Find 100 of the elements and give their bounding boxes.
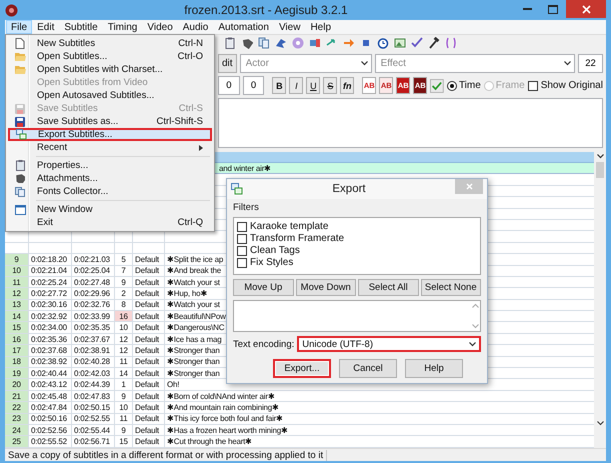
table-cell: 8 xyxy=(115,300,133,310)
menu-item[interactable]: Open Autosaved Subtitles... xyxy=(8,89,212,102)
table-cell: 11 xyxy=(115,414,133,424)
table-cell: Default xyxy=(133,356,165,368)
group-label: Filters xyxy=(233,202,260,213)
menu-item[interactable]: Help xyxy=(305,20,336,34)
checkbox[interactable] xyxy=(237,222,247,232)
menu-item[interactable]: Video xyxy=(142,20,178,34)
grid-row[interactable]: 21 0:02:45.48 0:02:47.83 9 Default ✱Born of cold\NAnd winter air✱ xyxy=(5,390,594,402)
menu-item[interactable]: Open Subtitles... Ctrl-O xyxy=(8,50,212,63)
table-cell: Default xyxy=(133,334,165,344)
table-cell-text: ✱Hup, ho✱ xyxy=(166,288,208,299)
dialog-button[interactable]: Export... xyxy=(273,359,331,378)
close-icon xyxy=(466,183,472,190)
chevron-down-icon xyxy=(469,342,476,346)
dialog-button[interactable]: Help xyxy=(405,359,463,378)
checkbox[interactable] xyxy=(237,246,247,256)
menu-item[interactable]: Automation xyxy=(213,20,274,34)
menu-item[interactable]: Open Subtitles with Charset... xyxy=(8,63,212,76)
encoding-select[interactable]: Unicode (UTF-8) xyxy=(297,336,481,352)
menu-item[interactable]: Recent xyxy=(8,141,212,154)
margin-field[interactable]: 0 xyxy=(218,76,240,95)
table-cell-text: and winter air✱ xyxy=(218,163,272,174)
menu-item[interactable]: New Window xyxy=(8,203,212,216)
table-cell: 0:02:21.04 xyxy=(29,266,72,276)
row-number: 21 xyxy=(5,390,29,402)
list-button[interactable]: Move Down xyxy=(296,279,356,296)
menu-item[interactable]: Audio xyxy=(178,20,214,34)
table-cell: 0:02:27.48 xyxy=(72,276,115,288)
film-icon[interactable] xyxy=(309,37,321,49)
table-cell: 0:02:47.84 xyxy=(29,402,72,413)
list-button[interactable]: Select All xyxy=(358,279,418,296)
format-button[interactable]: U xyxy=(306,77,320,94)
checkbox[interactable] xyxy=(528,80,538,90)
arrow-icon[interactable] xyxy=(343,37,355,49)
list-button[interactable]: Select None xyxy=(420,279,481,296)
list-button[interactable]: Move Up xyxy=(233,279,294,296)
table-cell: Default xyxy=(133,345,165,356)
table-cell-text: ✱Born of cold\NAnd winter air✱ xyxy=(166,390,276,402)
radio-button[interactable]: Time xyxy=(446,80,481,91)
table-cell: 0:02:38.91 xyxy=(72,345,115,356)
menu-item[interactable]: Export Subtitles... xyxy=(8,128,212,141)
table-cell: Default xyxy=(133,311,165,322)
table-cell: 0:02:40.44 xyxy=(29,368,72,378)
table-cell: 2 xyxy=(115,288,133,299)
checkbox-label: Clean Tags xyxy=(250,245,300,256)
menu-item[interactable]: Save Subtitles as... Ctrl-Shift-S xyxy=(8,115,212,128)
actor-combo[interactable]: Actor xyxy=(240,54,372,73)
scrollbar-thumb[interactable] xyxy=(596,162,604,178)
row-number: 11 xyxy=(5,276,29,288)
menu-item[interactable]: Subtitle xyxy=(59,20,103,34)
menu-item[interactable]: View xyxy=(274,20,306,34)
scroll-down-icon xyxy=(596,421,604,426)
table-cell-text: ✱Stronger than xyxy=(166,345,221,356)
hammer-icon[interactable] xyxy=(428,37,440,49)
table-cell: 0:02:43.12 xyxy=(29,379,72,390)
table-cell: 0:02:50.16 xyxy=(29,414,72,424)
row-number: 18 xyxy=(5,356,29,368)
margin-field[interactable]: 0 xyxy=(242,76,264,95)
table-cell: 0:02:21.03 xyxy=(72,254,115,265)
checkbox[interactable] xyxy=(237,234,247,244)
dialog-button[interactable]: Cancel xyxy=(339,359,397,378)
format-button[interactable]: S xyxy=(323,77,338,94)
clipboard-icon[interactable] xyxy=(224,37,236,49)
menu-item[interactable]: Edit xyxy=(32,20,60,34)
scrollbar[interactable] xyxy=(594,152,606,448)
checkbox[interactable] xyxy=(237,258,247,268)
format-button[interactable]: fn xyxy=(340,77,354,94)
pages-icon[interactable] xyxy=(258,37,270,49)
table-cell: 10 xyxy=(115,322,133,333)
table-cell: 0:02:45.48 xyxy=(29,390,72,402)
bracket-icon[interactable] xyxy=(445,37,457,49)
row-number: 24 xyxy=(5,424,29,436)
row-number: 14 xyxy=(5,311,29,322)
row-number: 17 xyxy=(5,345,29,356)
effect-input[interactable]: Effect xyxy=(378,57,564,70)
menu-item[interactable]: Fonts Collector... xyxy=(8,185,212,198)
menu-item[interactable]: Timing xyxy=(102,20,142,34)
table-cell: Default xyxy=(133,322,165,333)
effect-combo[interactable]: Effect xyxy=(374,54,575,73)
clock-icon[interactable] xyxy=(377,37,389,49)
grid-row[interactable]: 23 0:02:50.16 0:02:52.55 11 Default ✱This icy force both foul and fair✱ xyxy=(5,414,594,425)
menu-item[interactable]: File xyxy=(6,20,32,34)
encoding-label: Text encoding: xyxy=(233,338,294,350)
checkmark-icon[interactable] xyxy=(411,37,423,49)
actor-input[interactable]: Actor xyxy=(244,57,361,70)
format-button[interactable]: I xyxy=(289,77,304,94)
format-button[interactable]: B xyxy=(272,77,286,94)
table-cell: Default xyxy=(133,379,165,390)
close-button[interactable] xyxy=(566,0,606,18)
menu-item[interactable]: Attachments... xyxy=(8,172,212,185)
menu-item[interactable]: Exit Ctrl-Q xyxy=(8,216,212,229)
edit-button[interactable]: dit xyxy=(218,54,237,73)
grid-row[interactable]: 22 0:02:47.84 0:02:50.15 10 Default ✱And mountain rain combining✱ xyxy=(5,402,594,414)
stop-icon[interactable] xyxy=(360,37,372,49)
layer-field[interactable]: 22 xyxy=(578,54,603,73)
image-icon[interactable] xyxy=(394,37,406,49)
grid-row[interactable]: 25 0:02:55.52 0:02:56.71 15 Default ✱Cut through the heart✱ xyxy=(5,436,594,448)
commit-icon[interactable] xyxy=(430,78,444,94)
grid-row[interactable]: 24 0:02:52.56 0:02:55.44 9 Default ✱Has a frozen heart worth mining✱ xyxy=(5,424,594,436)
